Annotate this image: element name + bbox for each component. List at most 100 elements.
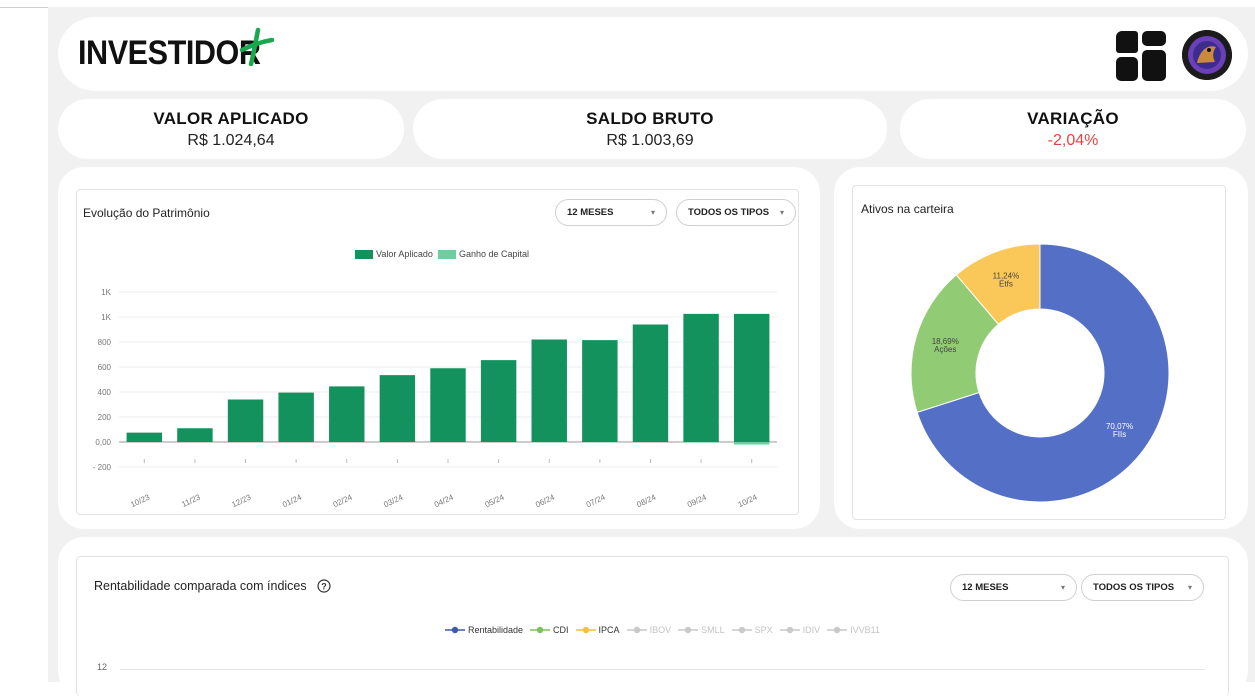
y-axis-tick: 1K bbox=[101, 313, 111, 322]
legend-marker-icon bbox=[445, 626, 465, 634]
dashboard: INVESTIDOR VALOR APLICADO R$ 1.024,64 SA… bbox=[48, 7, 1255, 682]
bar-valor-aplicado[interactable] bbox=[683, 314, 718, 442]
bar-ganho-capital[interactable] bbox=[734, 442, 769, 445]
kpi-value: R$ 1.003,69 bbox=[413, 132, 887, 150]
header-bar: INVESTIDOR bbox=[58, 17, 1248, 91]
kpi-title: SALDO BRUTO bbox=[413, 109, 887, 129]
y-axis-tick: 800 bbox=[98, 338, 112, 347]
bar-valor-aplicado[interactable] bbox=[228, 400, 263, 443]
legend-marker-icon bbox=[530, 626, 550, 634]
y-axis-tick: 1K bbox=[101, 288, 111, 297]
evolution-card: Evolução do Patrimônio 12 MESES ▾ TODOS … bbox=[76, 189, 799, 515]
comparison-title: Rentabilidade comparada com índices bbox=[94, 579, 307, 593]
bar-valor-aplicado[interactable] bbox=[177, 428, 212, 442]
grid-apps-icon[interactable] bbox=[1116, 31, 1166, 81]
type-select-value: TODOS OS TIPOS bbox=[688, 207, 769, 218]
bar-valor-aplicado[interactable] bbox=[127, 433, 162, 442]
legend-marker-icon bbox=[732, 626, 752, 634]
bar-valor-aplicado[interactable] bbox=[329, 386, 364, 442]
legend-swatch-ganho-capital[interactable] bbox=[438, 250, 456, 259]
legend-item-cdi[interactable]: CDI bbox=[530, 625, 569, 635]
bar-valor-aplicado[interactable] bbox=[430, 368, 465, 442]
x-axis-tick: 06/24 bbox=[534, 492, 556, 509]
user-avatar[interactable] bbox=[1182, 30, 1232, 80]
kpi-title: VARIAÇÃO bbox=[900, 109, 1246, 129]
portfolio-panel: Ativos na carteira 70,07%FIIs18,69%Ações… bbox=[834, 167, 1248, 529]
legend-item-rentabilidade[interactable]: Rentabilidade bbox=[445, 625, 523, 635]
x-axis-tick: 01/24 bbox=[281, 492, 303, 509]
legend-marker-icon bbox=[678, 626, 698, 634]
chevron-down-icon: ▾ bbox=[1061, 575, 1065, 600]
chevron-down-icon: ▾ bbox=[651, 200, 655, 225]
bar-valor-aplicado[interactable] bbox=[481, 360, 516, 442]
y-axis-tick: 400 bbox=[98, 388, 112, 397]
y-axis-tick: 200 bbox=[98, 413, 112, 422]
y-axis-tick: 0,00 bbox=[95, 438, 111, 447]
kpi-saldo-bruto: SALDO BRUTO R$ 1.003,69 bbox=[413, 99, 887, 159]
bar-valor-aplicado[interactable] bbox=[582, 340, 617, 442]
evolution-bar-chart: 1K1K8006004002000,00- 20010/2311/2312/23… bbox=[77, 272, 798, 512]
x-axis-tick: 09/24 bbox=[686, 492, 708, 509]
logo-plus-icon bbox=[234, 26, 274, 66]
comparison-type-select[interactable]: TODOS OS TIPOS ▾ bbox=[1081, 574, 1204, 601]
legend-item-idiv[interactable]: IDIV bbox=[780, 625, 821, 635]
kpi-title: VALOR APLICADO bbox=[58, 109, 404, 129]
comparison-card: Rentabilidade comparada com índices ? 12… bbox=[76, 556, 1229, 696]
kpi-value: -2,04% bbox=[900, 132, 1246, 150]
legend-marker-icon bbox=[627, 626, 647, 634]
bar-valor-aplicado[interactable] bbox=[532, 340, 567, 443]
legend-item-spx[interactable]: SPX bbox=[732, 625, 773, 635]
slice-name-label: Etfs bbox=[999, 280, 1013, 289]
type-select[interactable]: TODOS OS TIPOS ▾ bbox=[676, 199, 796, 226]
kpi-valor-aplicado: VALOR APLICADO R$ 1.024,64 bbox=[58, 99, 404, 159]
svg-text:?: ? bbox=[321, 582, 327, 592]
comparison-type-value: TODOS OS TIPOS bbox=[1093, 582, 1174, 593]
x-axis-tick: 08/24 bbox=[635, 492, 657, 509]
chevron-down-icon: ▾ bbox=[780, 200, 784, 225]
y-axis-tick: - 200 bbox=[93, 463, 112, 472]
y-axis-tick: 12 bbox=[97, 662, 107, 672]
slice-name-label: Ações bbox=[934, 345, 956, 354]
top-divider bbox=[0, 7, 48, 8]
legend-item-ipca[interactable]: IPCA bbox=[576, 625, 620, 635]
period-select-value: 12 MESES bbox=[567, 207, 613, 218]
x-axis-tick: 03/24 bbox=[382, 492, 404, 509]
x-axis-tick: 07/24 bbox=[585, 492, 607, 509]
legend-item-ibov[interactable]: IBOV bbox=[627, 625, 672, 635]
chevron-down-icon: ▾ bbox=[1188, 575, 1192, 600]
legend-label: SPX bbox=[755, 625, 773, 635]
x-axis-tick: 11/23 bbox=[180, 492, 202, 509]
slice-name-label: FIIs bbox=[1113, 430, 1126, 439]
comparison-period-select[interactable]: 12 MESES ▾ bbox=[950, 574, 1077, 601]
bar-valor-aplicado[interactable] bbox=[278, 393, 313, 442]
legend-label-valor-aplicado[interactable]: Valor Aplicado bbox=[376, 249, 433, 259]
grid-line bbox=[120, 669, 1205, 670]
evolution-title: Evolução do Patrimônio bbox=[83, 206, 210, 220]
kpi-value: R$ 1.024,64 bbox=[58, 132, 404, 150]
comparison-panel: Rentabilidade comparada com índices ? 12… bbox=[58, 537, 1248, 697]
comparison-legend: Rentabilidade CDI IPCA IBOV SMLL SPX IDIV IVVB1… bbox=[445, 621, 887, 635]
x-axis-tick: 10/24 bbox=[737, 492, 759, 509]
x-axis-tick: 04/24 bbox=[433, 492, 455, 509]
legend-item-smll[interactable]: SMLL bbox=[678, 625, 725, 635]
y-axis-tick: 600 bbox=[98, 363, 112, 372]
x-axis-tick: 02/24 bbox=[332, 492, 354, 509]
bar-valor-aplicado[interactable] bbox=[734, 314, 769, 442]
legend-marker-icon bbox=[780, 626, 800, 634]
bar-valor-aplicado[interactable] bbox=[380, 375, 415, 442]
comparison-period-value: 12 MESES bbox=[962, 582, 1008, 593]
legend-marker-icon bbox=[827, 626, 847, 634]
period-select[interactable]: 12 MESES ▾ bbox=[555, 199, 667, 226]
legend-marker-icon bbox=[576, 626, 596, 634]
legend-item-ivvb11[interactable]: IVVB11 bbox=[827, 625, 880, 635]
x-axis-tick: 05/24 bbox=[484, 492, 506, 509]
bar-ganho-capital[interactable] bbox=[683, 442, 718, 443]
legend-label-ganho-capital[interactable]: Ganho de Capital bbox=[459, 249, 529, 259]
legend-swatch-valor-aplicado[interactable] bbox=[355, 250, 373, 259]
legend-label: SMLL bbox=[701, 625, 725, 635]
legend-label: IVVB11 bbox=[850, 625, 880, 635]
question-circle-icon[interactable]: ? bbox=[317, 579, 331, 593]
legend-label: IBOV bbox=[650, 625, 672, 635]
portfolio-donut-chart: 70,07%FIIs18,69%Ações11,24%Etfs bbox=[853, 226, 1225, 516]
bar-valor-aplicado[interactable] bbox=[633, 325, 668, 443]
